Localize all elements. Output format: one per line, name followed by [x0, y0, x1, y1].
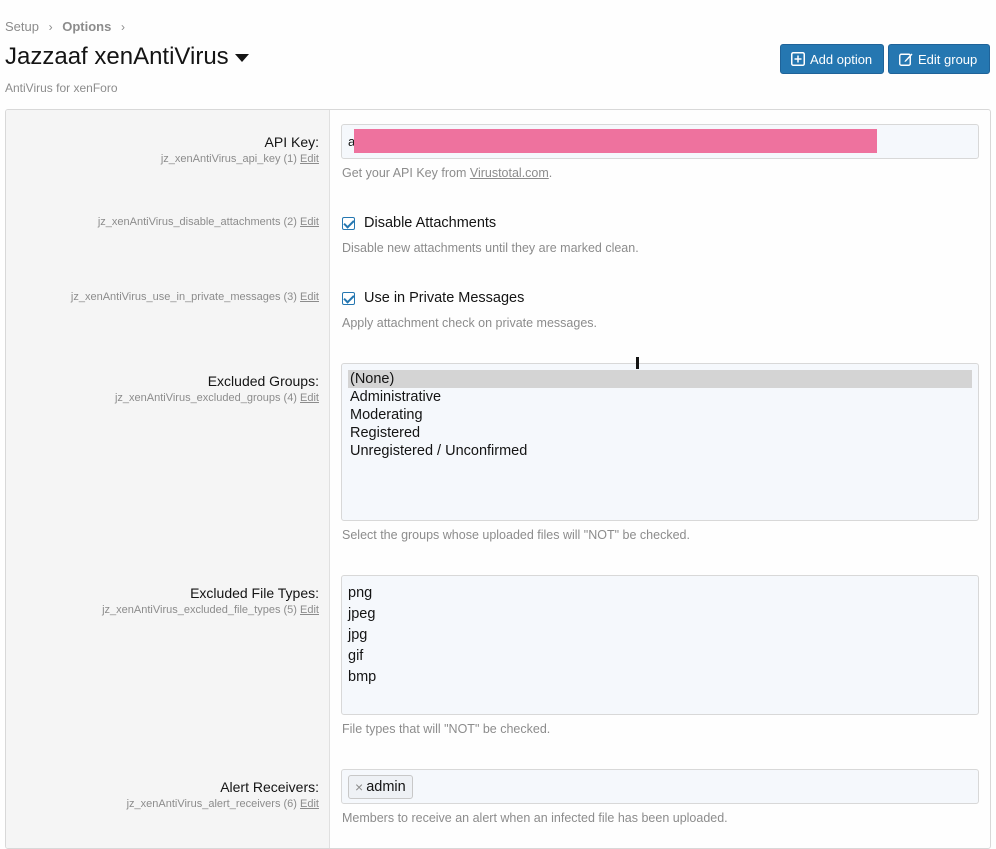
api-key-explain: Get your API Key from Virustotal.com. — [342, 166, 552, 180]
listbox-option[interactable]: (None) — [348, 370, 972, 388]
edit-icon — [899, 53, 913, 66]
receiver-token: × admin — [348, 775, 413, 799]
alert-receivers-option-id: jz_xenAntiVirus_alert_receivers (6) — [126, 798, 297, 810]
textarea-line: bmp — [348, 669, 377, 685]
private-messages-option-id: jz_xenAntiVirus_use_in_private_messages … — [70, 291, 297, 303]
disable-attachments-option-id: jz_xenAntiVirus_disable_attachments (2) — [97, 216, 297, 228]
private-messages-edit-link[interactable]: Edit — [300, 291, 319, 303]
listbox-option[interactable]: Administrative — [348, 388, 972, 406]
page-title[interactable]: Jazzaaf xenAntiVirus — [5, 43, 249, 71]
listbox-option[interactable]: Registered — [348, 424, 972, 442]
excluded-file-types-option-id: jz_xenAntiVirus_excluded_file_types (5) — [102, 604, 297, 616]
add-option-button[interactable]: Add option — [780, 44, 884, 74]
receiver-token-label: admin — [366, 779, 406, 795]
breadcrumb-setup[interactable]: Setup — [5, 19, 39, 34]
excluded-groups-title: Excluded Groups: — [207, 373, 319, 389]
api-key-label: API Key: jz_xenAntiVirus_api_key (1) Edi… — [161, 134, 319, 165]
listbox-option[interactable]: Unregistered / Unconfirmed — [348, 442, 972, 460]
edit-group-button[interactable]: Edit group — [888, 44, 990, 74]
excluded-file-types-explain: File types that will "NOT" be checked. — [342, 722, 551, 736]
private-messages-hint: jz_xenAntiVirus_use_in_private_messages … — [71, 291, 319, 303]
remove-token-icon[interactable]: × — [355, 779, 363, 795]
plus-square-icon — [791, 52, 805, 66]
alert-receivers-title: Alert Receivers: — [220, 779, 319, 795]
api-key-input[interactable]: a — [341, 124, 979, 159]
page-description: AntiVirus for xenForo — [5, 81, 118, 95]
disable-attachments-hint: jz_xenAntiVirus_disable_attachments (2) … — [98, 216, 319, 228]
add-option-label: Add option — [810, 51, 873, 67]
api-key-explain-text: Get your API Key from — [342, 166, 470, 180]
disable-attachments-edit-link[interactable]: Edit — [300, 216, 319, 228]
alert-receivers-edit-link[interactable]: Edit — [300, 798, 319, 810]
excluded-groups-listbox[interactable]: (None) Administrative Moderating Registe… — [341, 363, 979, 521]
excluded-groups-hint: jz_xenAntiVirus_excluded_groups (4) Edit — [115, 392, 319, 404]
private-messages-checkbox-row[interactable]: Use in Private Messages — [342, 290, 524, 306]
api-key-option-id: jz_xenAntiVirus_api_key (1) — [160, 153, 297, 165]
excluded-file-types-title: Excluded File Types: — [190, 585, 319, 601]
caret-down-icon[interactable] — [234, 54, 249, 62]
text-cursor-icon — [636, 357, 639, 369]
textarea-line: gif — [348, 648, 364, 664]
private-messages-checkbox-label[interactable]: Use in Private Messages — [364, 290, 524, 306]
api-key-edit-link[interactable]: Edit — [300, 153, 319, 165]
disable-attachments-explain: Disable new attachments until they are m… — [342, 241, 639, 255]
excluded-file-types-textarea[interactable]: png jpeg jpg gif bmp — [341, 575, 979, 715]
api-key-hint: jz_xenAntiVirus_api_key (1) Edit — [161, 153, 319, 165]
api-key-title: API Key: — [264, 134, 319, 150]
breadcrumb-separator: › — [48, 20, 53, 34]
redaction-block — [354, 129, 877, 153]
excluded-groups-explain: Select the groups whose uploaded files w… — [342, 528, 690, 542]
alert-receivers-hint: jz_xenAntiVirus_alert_receivers (6) Edit — [127, 798, 319, 810]
listbox-option[interactable]: Moderating — [348, 406, 972, 424]
textarea-line: jpeg — [348, 606, 376, 622]
alert-receivers-input[interactable]: × admin — [341, 769, 979, 804]
breadcrumb-separator: › — [120, 20, 125, 34]
private-messages-checkbox[interactable] — [342, 291, 355, 305]
excluded-file-types-hint: jz_xenAntiVirus_excluded_file_types (5) … — [102, 604, 319, 616]
disable-attachments-checkbox-row[interactable]: Disable Attachments — [342, 215, 496, 231]
alert-receivers-explain: Members to receive an alert when an infe… — [342, 811, 728, 825]
disable-attachments-label: jz_xenAntiVirus_disable_attachments (2) … — [98, 213, 319, 228]
textarea-line: png — [348, 585, 373, 601]
excluded-groups-label: Excluded Groups: jz_xenAntiVirus_exclude… — [115, 373, 319, 404]
breadcrumb: Setup › Options › — [5, 19, 131, 34]
excluded-groups-edit-link[interactable]: Edit — [300, 392, 319, 404]
alert-receivers-label: Alert Receivers: jz_xenAntiVirus_alert_r… — [127, 779, 319, 810]
disable-attachments-checkbox-label[interactable]: Disable Attachments — [364, 215, 496, 231]
excluded-file-types-edit-link[interactable]: Edit — [300, 604, 319, 616]
page-title-text: Jazzaaf xenAntiVirus — [5, 43, 229, 70]
excluded-file-types-label: Excluded File Types: jz_xenAntiVirus_exc… — [102, 585, 319, 616]
textarea-line: jpg — [348, 627, 368, 643]
excluded-groups-option-id: jz_xenAntiVirus_excluded_groups (4) — [114, 392, 297, 404]
virustotal-link[interactable]: Virustotal.com — [470, 166, 549, 180]
options-panel: API Key: jz_xenAntiVirus_api_key (1) Edi… — [5, 109, 991, 849]
edit-group-label: Edit group — [918, 51, 978, 67]
breadcrumb-options[interactable]: Options — [62, 19, 111, 34]
private-messages-label: jz_xenAntiVirus_use_in_private_messages … — [71, 288, 319, 303]
private-messages-explain: Apply attachment check on private messag… — [342, 316, 597, 330]
api-key-explain-end: . — [548, 166, 553, 180]
disable-attachments-checkbox[interactable] — [342, 216, 355, 230]
